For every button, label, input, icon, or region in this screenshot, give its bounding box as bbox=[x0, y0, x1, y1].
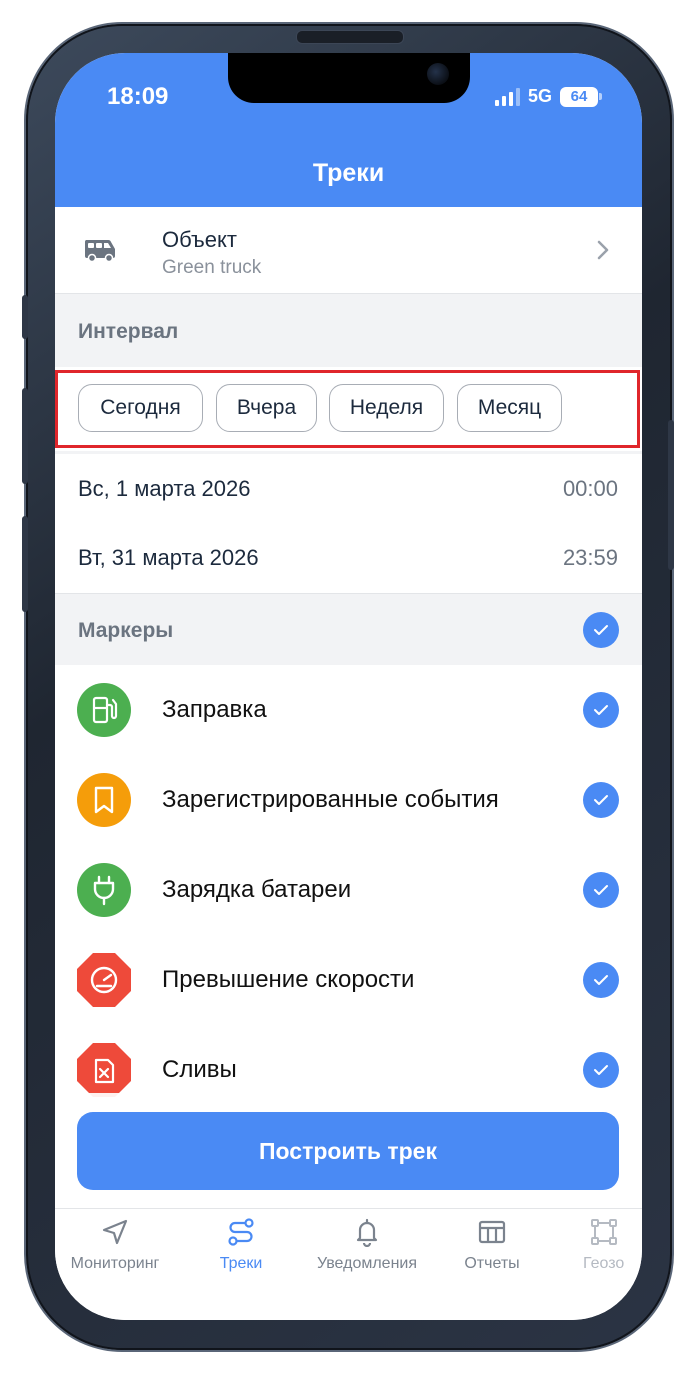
speedometer-icon bbox=[77, 953, 131, 1007]
interval-label: Интервал bbox=[78, 320, 179, 343]
fuel-drain-icon bbox=[77, 1043, 131, 1097]
markers-label: Маркеры bbox=[78, 619, 174, 642]
route-icon bbox=[228, 1218, 254, 1246]
marker-label: Зарядка батареи bbox=[162, 876, 352, 903]
checkmark-icon bbox=[594, 625, 608, 635]
chip-yesterday[interactable]: Вчера bbox=[216, 384, 317, 432]
object-selector[interactable]: Объект Green truck bbox=[55, 207, 642, 294]
markers-section-header: Маркеры bbox=[55, 594, 642, 665]
checkmark-icon bbox=[594, 885, 608, 895]
network-type: 5G bbox=[527, 86, 552, 106]
start-date[interactable]: Вс, 1 марта 2026 bbox=[78, 476, 250, 502]
dynamic-notch bbox=[228, 53, 470, 103]
volume-up-button bbox=[22, 388, 28, 484]
app-header: 18:09 5G 64 Треки bbox=[55, 53, 642, 207]
van-icon bbox=[84, 239, 115, 263]
bell-icon bbox=[356, 1218, 378, 1247]
chip-today[interactable]: Сегодня bbox=[78, 384, 203, 432]
start-time[interactable]: 00:00 bbox=[563, 476, 618, 502]
page-title: Треки bbox=[312, 159, 385, 187]
marker-checkbox[interactable] bbox=[583, 962, 619, 998]
status-time: 18:09 bbox=[107, 83, 169, 110]
end-time[interactable]: 23:59 bbox=[563, 545, 618, 571]
interval-section-header: Интервал bbox=[55, 294, 642, 367]
chip-week[interactable]: Неделя bbox=[329, 384, 444, 432]
tab-label: Геозо bbox=[583, 1255, 625, 1272]
marker-label: Зарегистрированные события bbox=[162, 786, 499, 813]
marker-checkbox[interactable] bbox=[583, 1052, 619, 1088]
tab-label: Мониторинг bbox=[70, 1255, 160, 1272]
speaker-grille bbox=[296, 30, 404, 44]
checkmark-icon bbox=[594, 1065, 608, 1075]
plug-icon bbox=[77, 863, 131, 917]
tab-label: Отчеты bbox=[464, 1255, 520, 1272]
battery-icon: 64 bbox=[560, 86, 602, 107]
checkmark-icon bbox=[594, 975, 608, 985]
tab-reports[interactable]: Отчеты bbox=[432, 1217, 552, 1273]
marker-label: Превышение скорости bbox=[162, 966, 415, 993]
signal-strength-icon bbox=[494, 87, 520, 106]
checkmark-icon bbox=[594, 705, 608, 715]
tab-geofences[interactable]: Геозо bbox=[557, 1217, 642, 1273]
tab-notifications[interactable]: Уведомления bbox=[307, 1217, 427, 1273]
power-button bbox=[668, 420, 674, 570]
marker-label: Заправка bbox=[162, 696, 267, 723]
marker-row-battery-charge[interactable]: Зарядка батареи bbox=[55, 845, 642, 935]
mute-switch bbox=[22, 295, 28, 339]
start-date-row[interactable]: Вс, 1 марта 2026 00:00 bbox=[55, 454, 642, 522]
marker-row-speeding[interactable]: Превышение скорости bbox=[55, 935, 642, 1025]
marker-checkbox[interactable] bbox=[583, 782, 619, 818]
object-label: Объект bbox=[162, 227, 237, 252]
app-screen: 18:09 5G 64 Треки Объект Green truck Инт… bbox=[55, 53, 642, 1320]
marker-checkbox[interactable] bbox=[583, 692, 619, 728]
object-value: Green truck bbox=[162, 257, 262, 278]
tab-bar: Мониторинг Треки Уведомления Отчеты Геоз… bbox=[55, 1208, 642, 1320]
marker-label: Сливы bbox=[162, 1056, 237, 1083]
marker-checkbox[interactable] bbox=[583, 872, 619, 908]
front-camera-icon bbox=[427, 63, 449, 85]
tab-tracks[interactable]: Треки bbox=[181, 1217, 301, 1273]
battery-level: 64 bbox=[560, 86, 598, 107]
tab-label: Треки bbox=[219, 1255, 263, 1272]
markers-select-all-checkbox[interactable] bbox=[583, 612, 619, 648]
status-indicators: 5G 64 bbox=[494, 86, 602, 107]
end-date[interactable]: Вт, 31 марта 2026 bbox=[78, 545, 259, 571]
chevron-right-icon bbox=[597, 240, 609, 260]
tab-label: Уведомления bbox=[316, 1255, 418, 1272]
end-date-row[interactable]: Вт, 31 марта 2026 23:59 bbox=[55, 523, 642, 594]
build-track-button[interactable]: Построить трек bbox=[77, 1112, 619, 1190]
checkmark-icon bbox=[594, 795, 608, 805]
marker-row-refuel[interactable]: Заправка bbox=[55, 665, 642, 755]
navigation-arrow-icon bbox=[102, 1219, 128, 1245]
volume-down-button bbox=[22, 516, 28, 612]
marker-row-events[interactable]: Зарегистрированные события bbox=[55, 755, 642, 845]
chip-month[interactable]: Месяц bbox=[457, 384, 562, 432]
bookmark-icon bbox=[77, 773, 131, 827]
table-icon bbox=[478, 1220, 506, 1244]
geofence-icon bbox=[591, 1219, 617, 1245]
fuel-icon bbox=[77, 683, 131, 737]
tab-monitoring[interactable]: Мониторинг bbox=[55, 1217, 175, 1273]
